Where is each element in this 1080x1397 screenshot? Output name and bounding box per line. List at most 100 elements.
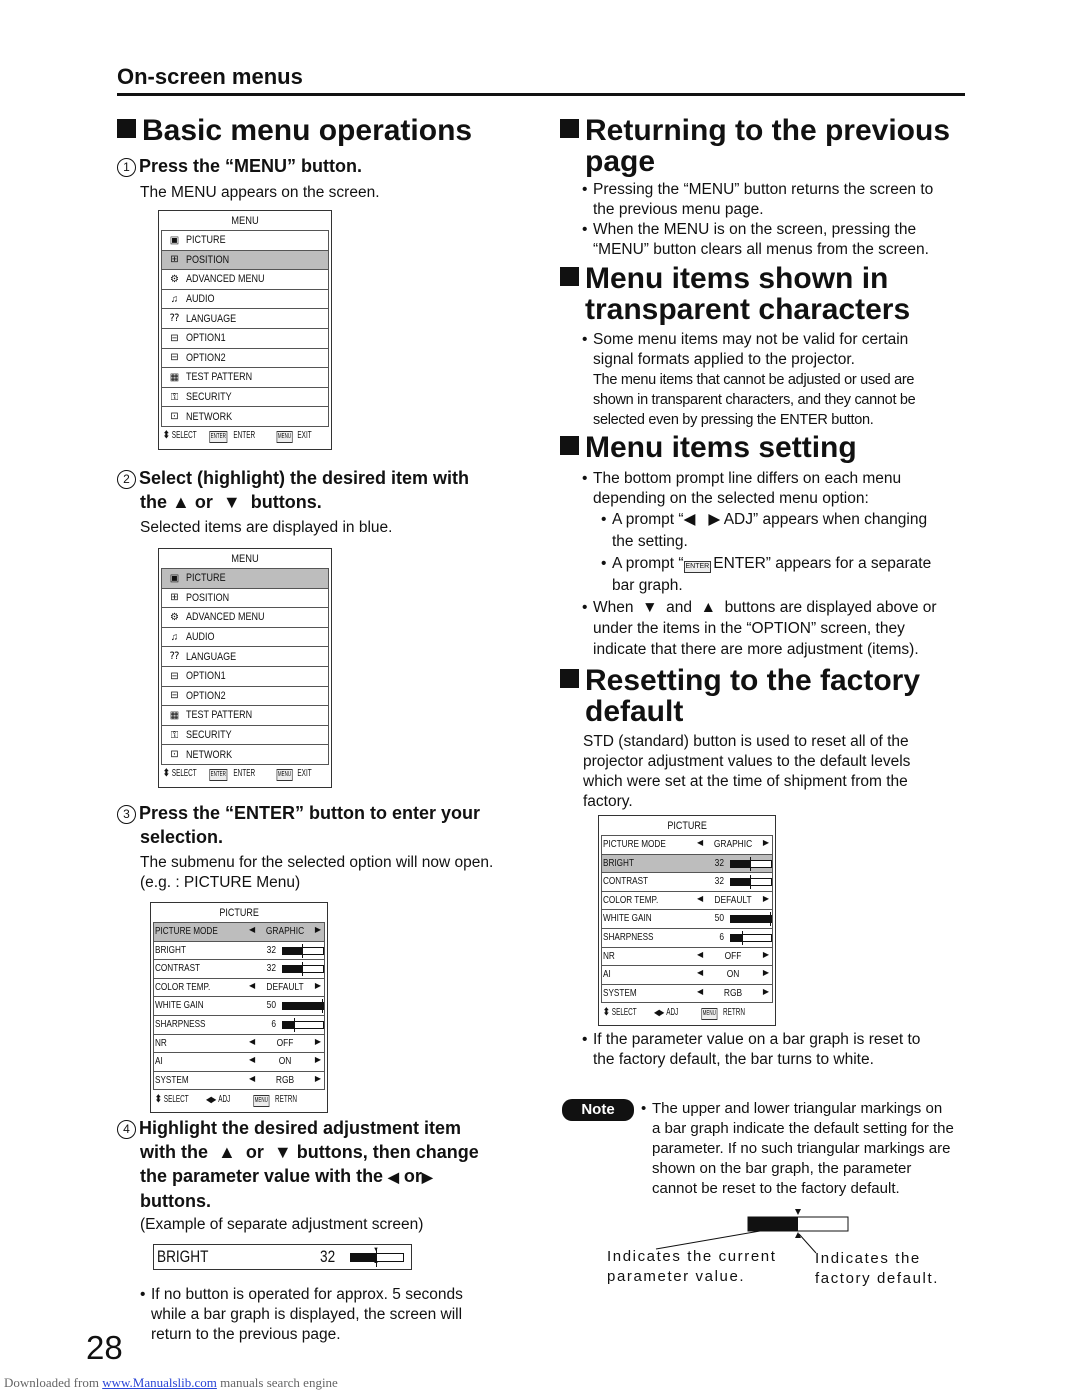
menu-item-test-pattern[interactable]: ▦ TEST PATTERN [161,705,329,726]
left-arrow-icon[interactable]: ◀ [249,1055,255,1064]
param-bar-graph[interactable] [282,1017,324,1032]
left-arrow-icon[interactable]: ◀ [249,1037,255,1046]
param-name: NR [155,1036,167,1049]
menu-item-language[interactable]: ⁇ LANGUAGE [161,308,329,329]
text-line: indicate that there are more adjustment … [593,641,919,658]
desc-line: (e.g. : PICTURE Menu) [140,874,301,891]
picture-row-picture-mode[interactable]: PICTURE MODE ◀ GRAPHIC ▶ [153,922,325,942]
param-name: COLOR TEMP. [603,893,659,906]
left-arrow-icon[interactable]: ◀ [697,950,703,959]
param-bar-graph[interactable] [282,999,324,1014]
left-arrow-icon[interactable]: ◀ [697,987,703,996]
picture-row-system[interactable]: SYSTEM ◀ RGB ▶ [601,983,773,1004]
picture-row-white-gain[interactable]: WHITE GAIN 50 [153,996,325,1016]
menu-item-advanced-menu[interactable]: ⚙ ADVANCED MENU [161,607,329,628]
picture-row-bright[interactable]: BRIGHT 32 [601,853,773,874]
right-arrow-icon[interactable]: ▶ [763,968,769,977]
text-line: Indicates the [815,1250,921,1267]
param-bar-graph[interactable] [282,943,324,958]
picture-row-nr[interactable]: NR ◀ OFF ▶ [153,1033,325,1054]
menu-item-picture[interactable]: ▣ PICTURE [161,568,329,589]
menu-item-network[interactable]: ⊡ NETWORK [161,744,329,765]
menu-item-test-pattern[interactable]: ▦ TEST PATTERN [161,367,329,388]
picture-row-sharpness[interactable]: SHARPNESS 6 [601,927,773,948]
menu-item-audio[interactable]: ♫ AUDIO [161,288,329,310]
picture-row-nr[interactable]: NR ◀ OFF ▶ [601,946,773,967]
param-name: SHARPNESS [155,1017,206,1030]
language-icon: ⁇ [169,651,180,663]
picture-row-sharpness[interactable]: SHARPNESS 6 [153,1014,325,1035]
bullet-item: If the parameter value on a bar graph is… [582,1030,977,1070]
current-value-label: Indicates the current parameter value. [607,1247,777,1287]
param-bar-graph[interactable] [730,912,772,927]
menu-item-security[interactable]: ⚿ SECURITY [161,386,329,408]
basic-menu-operations-heading: Basic menu operations [117,115,472,146]
menu-item-security[interactable]: ⚿ SECURITY [161,724,329,746]
prompt-text: SELECT [163,1093,189,1105]
menu-title: MENU [231,553,259,565]
param-value: 32 [714,875,724,888]
step-text: or [245,1142,264,1162]
picture-row-color-temp[interactable]: COLOR TEMP. ◀ DEFAULT ▶ [601,890,773,911]
manualslib-link[interactable]: www.Manualslib.com [102,1375,217,1390]
right-arrow-icon[interactable]: ▶ [763,838,769,847]
param-name: CONTRAST [155,962,201,975]
picture-row-ai[interactable]: AI ◀ ON ▶ [601,965,773,985]
menu-item-audio[interactable]: ♫ AUDIO [161,626,329,648]
text-line: the factory default, the bar turns to wh… [593,1051,874,1068]
picture-row-ai[interactable]: AI ◀ ON ▶ [153,1052,325,1072]
menu-item-option1[interactable]: ⊟ OPTION1 [161,327,329,349]
square-bullet-icon [560,436,579,455]
picture-row-system[interactable]: SYSTEM ◀ RGB ▶ [153,1070,325,1091]
text-line: Pressing the “MENU” button returns the s… [593,181,934,198]
left-arrow-icon[interactable]: ◀ [697,894,703,903]
picture-row-contrast[interactable]: CONTRAST 32 [601,872,773,892]
menu-item-language[interactable]: ⁇ LANGUAGE [161,646,329,667]
param-bar-graph[interactable] [730,930,772,945]
heading-text: Basic menu operations [142,114,473,147]
right-arrow-icon[interactable]: ▶ [315,1037,321,1046]
menu-item-option2[interactable]: ⊟ OPTION2 [161,347,329,369]
picture-row-color-temp[interactable]: COLOR TEMP. ◀ DEFAULT ▶ [153,977,325,998]
left-arrow-icon[interactable]: ◀ [249,1074,255,1083]
right-arrow-icon[interactable]: ▶ [763,950,769,959]
left-arrow-icon[interactable]: ◀ [697,838,703,847]
text-line: parameter value. [607,1268,746,1285]
menu-item-position[interactable]: ⊞ POSITION [161,587,329,609]
param-bar-graph[interactable] [730,856,772,871]
left-arrow-icon[interactable]: ◀ [697,968,703,977]
menu-item-position[interactable]: ⊞ POSITION [161,249,329,271]
picture-row-bright[interactable]: BRIGHT 32 [153,940,325,961]
menu-item-option2[interactable]: ⊟ OPTION2 [161,685,329,707]
enter-key-icon: ENTER [209,431,228,444]
right-arrow-icon[interactable]: ▶ [315,1055,321,1064]
right-arrow-icon[interactable]: ▶ [315,981,321,990]
param-bar-graph[interactable] [730,875,772,890]
text-line: If no button is operated for approx. 5 s… [151,1286,463,1303]
menu-items-setting-heading: Menu items setting [560,432,857,463]
menu-item-advanced-menu[interactable]: ⚙ ADVANCED MENU [161,269,329,290]
bullet-item: The upper and lower triangular markings … [641,1099,981,1199]
right-arrow-icon[interactable]: ▶ [315,1074,321,1083]
menu-item-picture[interactable]: ▣ PICTURE [161,230,329,251]
up-arrow-icon: ▲ [172,492,190,512]
text-line: factory. [583,793,633,810]
left-arrow-icon[interactable]: ◀ [249,981,255,990]
picture-row-white-gain[interactable]: WHITE GAIN 50 [601,909,773,929]
menu-item-label: OPTION2 [186,689,226,702]
menu-item-option1[interactable]: ⊟ OPTION1 [161,665,329,687]
right-arrow-icon[interactable]: ▶ [315,925,321,934]
menu-item-network[interactable]: ⊡ NETWORK [161,406,329,427]
param-value: 32 [714,856,724,869]
picture-osd-bright-selected: PICTURE PICTURE MODE ◀ GRAPHIC ▶ BRIGHT 32… [598,815,776,1027]
text-line: Indicates the current [607,1248,777,1265]
left-arrow-icon[interactable]: ◀ [249,925,255,934]
picture-row-picture-mode[interactable]: PICTURE MODE ◀ GRAPHIC ▶ [601,835,773,855]
text-line: The bottom prompt line differs on each m… [593,470,902,487]
right-arrow-icon[interactable]: ▶ [763,987,769,996]
right-arrow-icon[interactable]: ▶ [763,894,769,903]
param-value: OFF [724,949,742,962]
param-bar-graph[interactable] [282,962,324,977]
text-line: the setting. [612,533,688,550]
picture-row-contrast[interactable]: CONTRAST 32 [153,959,325,979]
